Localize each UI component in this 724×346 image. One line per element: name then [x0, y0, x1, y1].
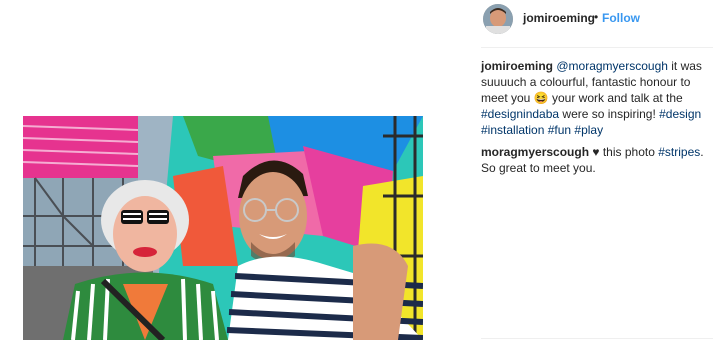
- comment: jomiroeming @moragmyerscough it was suuu…: [481, 58, 716, 138]
- comment-username[interactable]: jomiroeming: [481, 59, 553, 73]
- comment-text: were so inspiring!: [559, 107, 660, 121]
- mention-link[interactable]: @moragmyerscough: [556, 59, 668, 73]
- comments-list: jomiroeming @moragmyerscough it was suuu…: [481, 58, 716, 182]
- selfie-image: [23, 116, 423, 340]
- comment-text: your work and talk at the: [548, 91, 683, 105]
- post-header: jomiroeming • Follow: [481, 0, 713, 48]
- post-photo[interactable]: [23, 116, 423, 340]
- comments-divider: [481, 338, 713, 339]
- post-author-username[interactable]: jomiroeming: [523, 11, 595, 25]
- comment-text: this photo: [599, 145, 659, 159]
- emoji-icon: 😆: [533, 91, 549, 105]
- separator-dot: •: [594, 10, 599, 24]
- comment-username[interactable]: moragmyerscough: [481, 145, 589, 159]
- follow-button[interactable]: Follow: [602, 11, 640, 25]
- hashtag-link[interactable]: #installation: [481, 123, 544, 137]
- avatar[interactable]: [483, 4, 513, 34]
- post-sidebar: jomiroeming • Follow jomiroeming @moragm…: [481, 0, 724, 346]
- hashtag-link[interactable]: #stripes: [658, 145, 700, 159]
- hashtag-link[interactable]: #play: [574, 123, 603, 137]
- hashtag-link[interactable]: #designindaba: [481, 107, 559, 121]
- heart-icon: ♥: [592, 145, 600, 159]
- hashtag-link[interactable]: #fun: [548, 123, 571, 137]
- profile-photo-icon: [483, 4, 513, 34]
- hashtag-link[interactable]: #design: [659, 107, 701, 121]
- comment: moragmyerscough ♥ this photo #stripes. S…: [481, 144, 716, 176]
- header-divider: [481, 47, 713, 48]
